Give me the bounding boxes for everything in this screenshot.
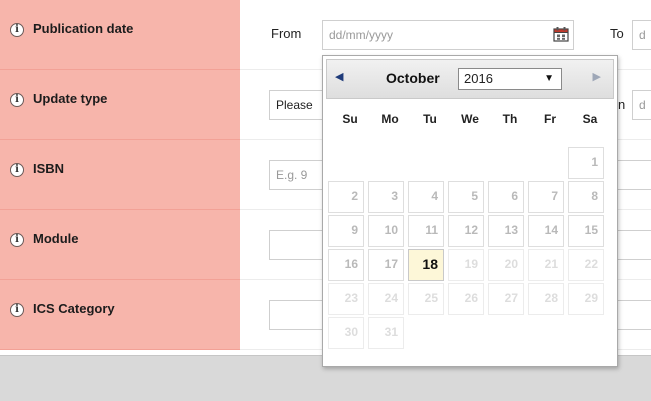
day-cell[interactable]: 13 [488,215,524,247]
next-month-icon[interactable]: ▶ [593,70,601,83]
day-cell[interactable]: 10 [368,215,404,247]
chevron-down-icon: ▼ [544,73,554,84]
day-cell: 27 [488,283,524,315]
day-cell[interactable]: 4 [408,181,444,213]
day-cell[interactable]: 3 [368,181,404,213]
weekday-label: Mo [381,112,399,126]
from-label: From [271,26,302,41]
day-cell: 21 [528,249,564,281]
day-cell[interactable]: 17 [368,249,404,281]
info-icon[interactable]: i [10,23,24,37]
label-cell: i Module [0,210,240,280]
update-type-to-input[interactable]: d [632,90,651,120]
weekday-label: We [461,112,479,126]
label-cell: i Publication date [0,0,240,70]
day-cell: 31 [368,317,404,349]
label-update-type: Update type [33,91,108,106]
weekday-label: Fr [544,112,556,126]
update-type-to-fragment: n [618,97,626,112]
year-value: 2016 [464,71,493,86]
weekday-label: Tu [423,112,437,126]
day-cell[interactable]: 6 [488,181,524,213]
day-cell[interactable]: 5 [448,181,484,213]
day-cell: 26 [448,283,484,315]
datepicker-popup: ◀ October 2016 ▼ ▶ Su Mo Tu We Th Fr Sa 123456… [322,55,618,367]
label-isbn: ISBN [33,161,65,176]
day-cell: 25 [408,283,444,315]
day-cell: 23 [328,283,364,315]
weekday-label: Sa [582,112,598,126]
month-label: October [386,70,440,86]
day-cell-today[interactable]: 18 [408,249,444,281]
label-cell: i ISBN [0,140,240,210]
day-cell[interactable]: 1 [568,147,604,179]
day-grid: 1 2 3 4 5 6 7 8 9 10 11 12 13 14 15 16 17 18 19 20 21 22 23 24 2… [328,147,616,355]
weekday-label: Su [342,112,358,126]
weekday-label: Th [502,112,518,126]
info-icon[interactable]: i [10,163,24,177]
label-cell: i Update type [0,70,240,140]
info-icon[interactable]: i [10,93,24,107]
from-date-input[interactable]: dd/mm/yyyy [322,20,574,50]
day-cell: 19 [448,249,484,281]
day-cell[interactable]: 15 [568,215,604,247]
day-cell[interactable]: 2 [328,181,364,213]
day-cell: 28 [528,283,564,315]
day-cell: 20 [488,249,524,281]
label-ics-category: ICS Category [33,301,115,316]
label-publication-date: Publication date [33,21,134,36]
datepicker-header: ◀ October 2016 ▼ ▶ [326,59,614,99]
day-cell[interactable]: 11 [408,215,444,247]
weekday-header: Su Mo Tu We Th Fr Sa [328,112,616,132]
day-cell[interactable]: 7 [528,181,564,213]
day-cell[interactable]: 14 [528,215,564,247]
day-cell: 29 [568,283,604,315]
info-icon[interactable]: i [10,303,24,317]
day-cell[interactable]: 12 [448,215,484,247]
day-cell: 30 [328,317,364,349]
day-cell[interactable]: 16 [328,249,364,281]
to-label: To [610,26,624,41]
day-cell[interactable]: 9 [328,215,364,247]
day-cell: 24 [368,283,404,315]
to-date-input[interactable]: d [632,20,651,50]
year-select[interactable]: 2016 ▼ [458,68,562,90]
calendar-icon[interactable] [553,26,569,42]
label-module: Module [33,231,79,246]
label-cell: i ICS Category [0,280,240,350]
prev-month-icon[interactable]: ◀ [335,70,343,83]
day-cell[interactable]: 8 [568,181,604,213]
info-icon[interactable]: i [10,233,24,247]
day-cell: 22 [568,249,604,281]
